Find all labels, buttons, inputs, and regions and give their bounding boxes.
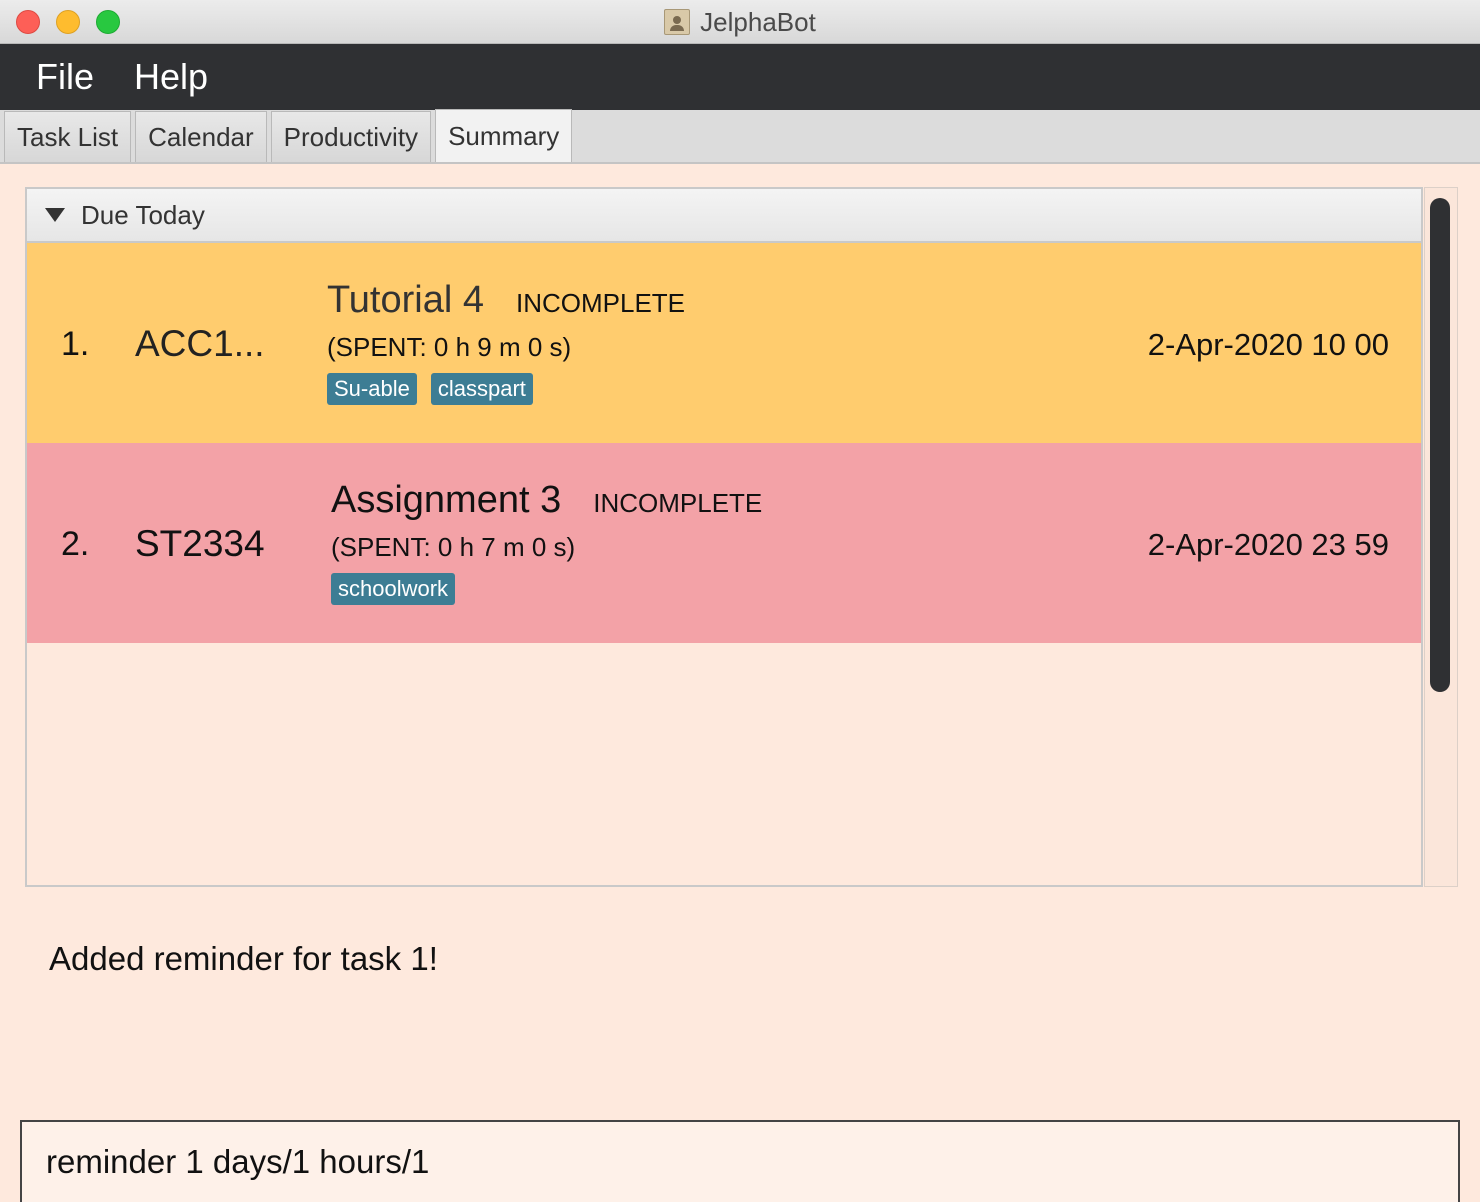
task-name: Assignment 3: [331, 479, 562, 521]
task-due-date: 2-Apr-2020 10 00: [1147, 327, 1389, 362]
group-label: Due Today: [81, 199, 205, 230]
task-index: 1.: [61, 325, 90, 363]
task-time-spent: (SPENT: 0 h 9 m 0 s): [327, 332, 572, 362]
title-bar: JelphaBot: [0, 0, 1480, 44]
tab-bar: Task List Calendar Productivity Summary: [0, 109, 1480, 164]
list-scrollbar-thumb[interactable]: [1430, 198, 1450, 692]
window-title-group: JelphaBot: [0, 0, 1480, 44]
tab-task-list[interactable]: Task List: [4, 111, 132, 162]
menu-help[interactable]: Help: [134, 56, 208, 98]
task-row[interactable]: 1. ACC1... Tutorial 4 INCOMPLETE (SPENT:…: [27, 243, 1421, 443]
tag-badge: classpart: [430, 373, 533, 405]
tab-calendar[interactable]: Calendar: [135, 111, 267, 162]
task-status: INCOMPLETE: [516, 288, 686, 318]
group-header-due-today[interactable]: Due Today: [27, 189, 1421, 243]
menu-file[interactable]: File: [36, 56, 94, 98]
summary-list-panel: Due Today 1. ACC1... Tutorial 4 INCOMPLE…: [25, 187, 1423, 887]
tag-badge: schoolwork: [331, 573, 456, 605]
result-display: Added reminder for task 1!: [0, 908, 1480, 1108]
task-tags: schoolwork: [331, 573, 762, 605]
tab-summary[interactable]: Summary: [435, 109, 573, 162]
task-tags: Su-able classpart: [327, 373, 685, 405]
app-icon: [664, 9, 691, 35]
result-message: Added reminder for task 1!: [49, 940, 438, 977]
command-input[interactable]: [20, 1120, 1460, 1202]
task-details: Assignment 3 INCOMPLETE (SPENT: 0 h 7 m …: [331, 479, 762, 605]
task-name: Tutorial 4: [327, 279, 484, 321]
task-time-spent: (SPENT: 0 h 7 m 0 s): [331, 532, 576, 562]
expand-triangle-icon[interactable]: [45, 208, 65, 222]
task-due-date: 2-Apr-2020 23 59: [1147, 527, 1389, 562]
menu-bar: File Help: [0, 44, 1480, 110]
task-details: Tutorial 4 INCOMPLETE (SPENT: 0 h 9 m 0 …: [327, 279, 685, 405]
tab-productivity[interactable]: Productivity: [270, 111, 432, 162]
task-status: INCOMPLETE: [593, 488, 763, 518]
task-module: ST2334: [135, 523, 265, 564]
window-title: JelphaBot: [700, 6, 816, 37]
task-module: ACC1...: [135, 323, 265, 364]
task-row[interactable]: 2. ST2334 Assignment 3 INCOMPLETE (SPENT…: [27, 443, 1421, 643]
tag-badge: Su-able: [327, 373, 417, 405]
task-index: 2.: [61, 525, 90, 563]
